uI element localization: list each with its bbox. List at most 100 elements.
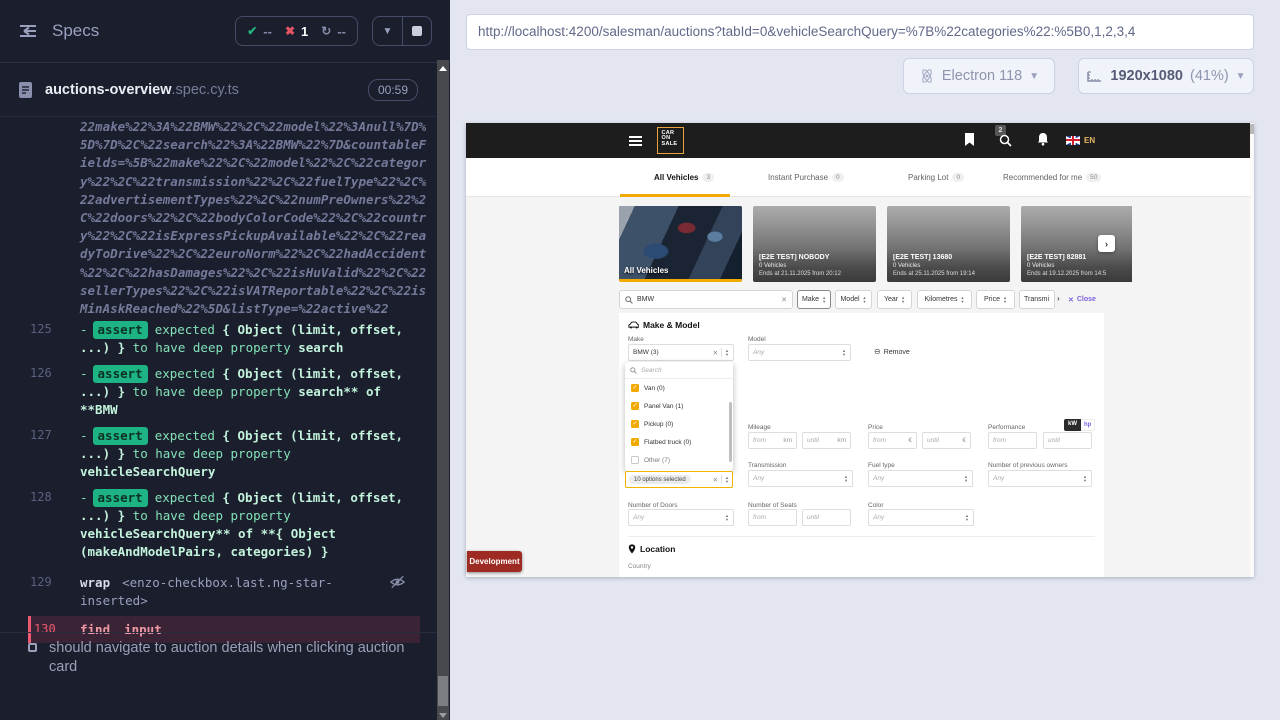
stepper-icon: ▲▼ [965,514,969,522]
dropdown-search[interactable]: Search [625,362,733,379]
card-end-time: Ends at 21.11.2025 from 20:12 [759,271,874,279]
request-url-log[interactable]: 22make%22%3A%22BMW%22%2C%22model%22%3Anu… [80,118,428,318]
filter-chip-price[interactable]: Price▲▼ [976,290,1015,309]
mileage-label: Mileage [748,424,771,431]
assert-entry[interactable]: 126 -assertexpected { Object (limit, off… [0,365,436,419]
wrap-command-entry[interactable]: 129 wrap<enzo-checkbox.last.ng-star-inse… [0,574,436,610]
make-select[interactable]: BMW (3) ✕▲▼ [628,344,734,361]
price-until-input[interactable]: until€ [922,432,971,449]
viewport-selector[interactable]: 1920x1080 (41%) ▼ [1078,58,1254,94]
scrollbar-thumb[interactable] [438,676,448,706]
card-end-time: Ends at 25.11.2025 from 19:14 [893,271,1008,279]
stepper-icon: ▲▼ [1083,475,1087,483]
tab-recommended[interactable]: Recommended for me50 [1003,158,1101,197]
hp-toggle[interactable]: hp [1081,419,1095,431]
option-other[interactable]: Other (7) [625,451,733,469]
tab-count-badge: 0 [952,173,964,182]
seats-until-input[interactable]: until [802,509,851,526]
previous-owners-label: Number of previous owners [988,462,1067,469]
filter-chip-kilometres[interactable]: Kilometres▲▼ [917,290,972,309]
checkbox-unchecked-icon[interactable] [631,456,639,464]
make-label: Make [628,336,644,343]
color-select[interactable]: Any▲▼ [868,509,974,526]
reporter-scrollbar[interactable] [437,60,449,720]
seats-from-input[interactable]: from [748,509,797,526]
checkbox-checked-icon[interactable]: ✓ [631,438,639,446]
filter-chip-year[interactable]: Year▲▼ [877,290,912,309]
performance-until-input[interactable]: until [1043,432,1092,449]
hamburger-menu-icon[interactable] [629,136,642,149]
collapse-button[interactable]: ▼ [373,17,402,45]
checkbox-checked-icon[interactable]: ✓ [631,420,639,428]
dropdown-search-placeholder: Search [641,367,662,374]
option-panel-van[interactable]: ✓Panel Van (1) [625,397,733,415]
mileage-from-input[interactable]: fromkm [748,432,797,449]
tab-instant-purchase[interactable]: Instant Purchase0 [768,158,844,197]
auction-card[interactable]: [E2E TEST] 13680 0 Vehicles Ends at 25.1… [887,206,1010,282]
uk-flag-icon[interactable] [1066,136,1080,145]
scrollbar-thumb[interactable] [1250,124,1254,134]
filter-panel: Make & Model Make BMW (3) ✕▲▼ Model Any … [619,313,1104,577]
option-pickup[interactable]: ✓Pickup (0) [625,415,733,433]
tab-parking-lot[interactable]: Parking Lot0 [908,158,964,197]
scroll-up-icon[interactable] [439,66,447,71]
specs-menu-icon[interactable] [18,23,38,39]
carousel-next-button[interactable]: › [1098,235,1115,252]
language-label[interactable]: EN [1084,136,1095,145]
specs-title: Specs [52,21,235,41]
collapse-icon[interactable]: ▲▼ [725,476,729,484]
remove-make-model-button[interactable]: ⊖ Remove [874,348,910,356]
price-from-input[interactable]: from€ [868,432,917,449]
performance-from-input[interactable]: from [988,432,1037,449]
auction-card-all-vehicles[interactable]: All Vehicles [619,206,742,282]
clear-icon[interactable]: ✕ [713,349,718,357]
assert-entry[interactable]: 125 -assertexpected { Object (limit, off… [0,321,436,357]
category-select-summary[interactable]: 10 options selected ✕▲▼ [625,471,733,488]
auction-card[interactable]: [E2E TEST] 82881 0 Vehicles Ends at 19.1… [1021,206,1132,282]
model-select[interactable]: Any ▲▼ [748,344,851,361]
card-title: [E2E TEST] NOBODY [759,254,874,261]
stop-button[interactable] [402,17,431,45]
vehicle-search-icon[interactable] [999,134,1012,147]
bookmark-icon[interactable] [964,132,975,147]
mileage-until-input[interactable]: untilkm [802,432,851,449]
performance-unit-toggle[interactable]: kW hp [1064,419,1095,431]
filter-chip-transmission[interactable]: Transmi [1019,290,1055,309]
app-logo[interactable]: CAR ON SALE [657,127,684,154]
auction-card[interactable]: [E2E TEST] NOBODY 0 Vehicles Ends at 21.… [753,206,876,282]
eye-slash-icon[interactable] [389,575,406,589]
filter-chip-model[interactable]: Model▲▼ [835,290,872,309]
search-input[interactable]: BMW [637,296,777,303]
close-filters-button[interactable]: ✕Close [1068,290,1096,309]
assert-badge: assert [93,321,148,339]
fuel-type-label: Fuel type [868,462,895,469]
vehicle-search-box[interactable]: BMW ✕ [619,290,793,309]
assert-entry[interactable]: 127 -assertexpected { Object (limit, off… [0,427,436,481]
country-label: Country [628,563,651,570]
scroll-down-icon[interactable] [439,713,447,718]
kw-toggle[interactable]: kW [1064,419,1081,431]
browser-selector[interactable]: Electron 118 ▼ [903,58,1055,94]
fuel-type-select[interactable]: Any▲▼ [868,470,973,487]
previous-owners-select[interactable]: Any▲▼ [988,470,1092,487]
clear-icon[interactable]: ✕ [713,476,718,484]
assert-entry[interactable]: 128 -assertexpected { Object (limit, off… [0,489,436,561]
chips-scroll-right-icon[interactable]: › [1057,294,1060,303]
option-van[interactable]: ✓Van (0) [625,379,733,397]
checkbox-checked-icon[interactable]: ✓ [631,384,639,392]
transmission-select[interactable]: Any▲▼ [748,470,853,487]
checkbox-checked-icon[interactable]: ✓ [631,402,639,410]
spec-file-row[interactable]: auctions-overview.spec.cy.ts 00:59 [0,64,436,117]
dropdown-scrollbar[interactable] [729,402,732,462]
filter-chip-make[interactable]: Make▲▼ [797,290,831,309]
doors-select[interactable]: Any▲▼ [628,509,734,526]
url-bar[interactable]: http://localhost:4200/salesman/auctions?… [466,14,1254,50]
bell-icon[interactable] [1037,132,1049,146]
cypress-reporter-panel: Specs ✔-- ✖1 ↻-- ▼ auctions-overview.spe… [0,0,450,720]
clear-search-icon[interactable]: ✕ [781,296,787,304]
next-test-item[interactable]: should navigate to auction details when … [28,639,406,677]
tab-all-vehicles[interactable]: All Vehicles3 [654,158,714,197]
card-title: [E2E TEST] 13680 [893,254,1008,261]
option-flatbed-truck[interactable]: ✓Flatbed truck (0) [625,433,733,451]
preview-scrollbar[interactable] [1250,123,1254,577]
